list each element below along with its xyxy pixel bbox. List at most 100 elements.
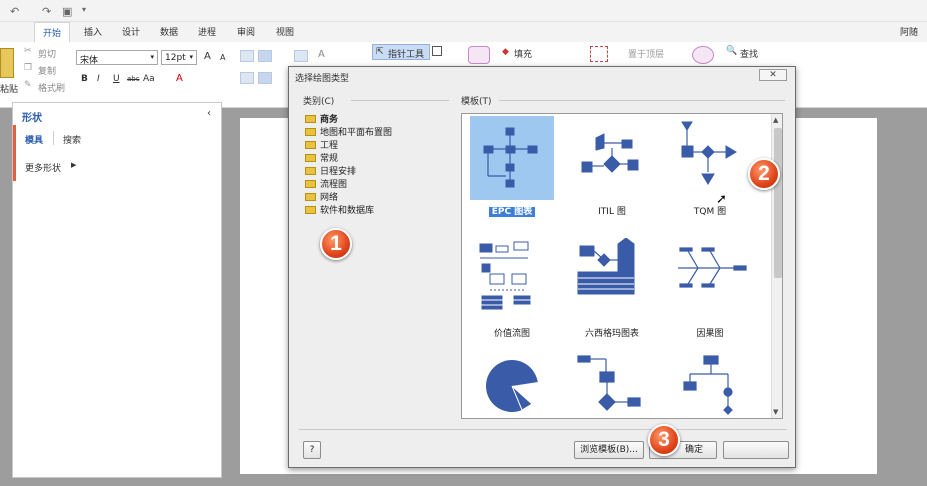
fill-icon: ◆ (502, 47, 509, 57)
fishbone-diagram-icon (678, 247, 747, 288)
cut-icon: ✂ (24, 46, 32, 56)
value-stream-diagram-icon (479, 241, 531, 310)
bold-button[interactable]: B (81, 74, 88, 84)
template-value-stream[interactable]: 价值流图 (466, 238, 562, 348)
template-flow[interactable] (566, 352, 662, 418)
undo-icon[interactable]: ↶ (10, 5, 19, 18)
quick-styles-icon[interactable] (468, 46, 490, 64)
folder-icon (305, 193, 316, 201)
italic-button[interactable]: I (97, 74, 100, 84)
category-item-general[interactable]: 常规 (305, 151, 338, 164)
scroll-up-icon[interactable]: ▲ (773, 116, 778, 124)
template-org[interactable] (664, 352, 760, 418)
collapse-pane-icon[interactable]: ‹ (207, 108, 211, 119)
callout-badge-1: 1 (320, 228, 352, 260)
dialog-title: 选择绘图类型 (295, 74, 350, 84)
callout-badge-2: 2 (748, 158, 780, 190)
footer-separator (299, 429, 787, 430)
font-name-select[interactable]: 宋体 ▾ (76, 50, 158, 66)
change-case-button[interactable]: Aa (143, 74, 155, 84)
template-six-sigma[interactable]: 六西格玛图表 (566, 238, 662, 348)
save-icon[interactable]: ▣ (62, 5, 72, 18)
folder-icon (305, 206, 316, 214)
font-shrink-button[interactable]: A (220, 53, 225, 62)
template-tqm[interactable]: TQM 图 (664, 116, 760, 226)
tab-stencils[interactable]: 模具 (25, 133, 43, 146)
copy-button[interactable]: 复制 (38, 64, 56, 77)
template-label-tqm: TQM 图 (693, 207, 727, 217)
dialog-close-button[interactable]: ✕ (759, 69, 787, 81)
font-color-button[interactable]: A (176, 73, 183, 84)
tab-search[interactable]: 搜索 (63, 133, 81, 146)
category-item-engineering[interactable]: 工程 (305, 138, 338, 151)
strikethrough-button[interactable]: abc (127, 75, 140, 83)
pointer-icon: ⇱ (376, 47, 384, 57)
ribbon-tab-bar: 开始 插入 设计 数据 进程 审阅 视图 阿随 (0, 22, 927, 42)
tab-process[interactable]: 进程 (198, 25, 216, 38)
more-shapes-button[interactable]: 更多形状 (25, 161, 61, 174)
visio-window: ↶ ↷ ▣ ▾ 开始 插入 设计 数据 进程 审阅 视图 阿随 粘贴 ✂ 剪切 … (0, 0, 927, 486)
user-name[interactable]: 阿随 (900, 25, 918, 38)
customize-toolbar-icon[interactable]: ▾ (82, 5, 86, 14)
folder-icon (305, 167, 316, 175)
cut-button[interactable]: 剪切 (38, 47, 56, 60)
align-left-icon[interactable] (240, 72, 254, 84)
bring-to-front-button[interactable]: 置于顶层 (628, 47, 664, 60)
tab-design[interactable]: 设计 (122, 25, 140, 38)
pointer-tool-label: 指针工具 (388, 50, 425, 60)
align-center-icon[interactable] (258, 72, 272, 84)
help-icon: ? (309, 445, 315, 455)
underline-button[interactable]: U (113, 74, 120, 84)
category-label-text: 日程安排 (320, 167, 357, 177)
browse-templates-button[interactable]: 浏览模板(B)... (574, 441, 644, 459)
category-item-software-database[interactable]: 软件和数据库 (305, 203, 374, 216)
find-icon: 🔍 (726, 46, 738, 56)
redo-icon[interactable]: ↷ (42, 5, 51, 18)
category-item-flowchart[interactable]: 流程图 (305, 177, 347, 190)
text-style-icon[interactable]: A (318, 49, 325, 60)
tab-insert[interactable]: 插入 (84, 25, 102, 38)
change-shape-icon[interactable] (692, 46, 714, 64)
find-button[interactable]: 查找 (740, 47, 758, 60)
tab-home[interactable]: 开始 (34, 22, 71, 42)
pointer-tool-button[interactable]: ⇱ 指针工具 (372, 44, 430, 60)
tab-data[interactable]: 数据 (160, 25, 178, 38)
cancel-button[interactable] (723, 441, 789, 459)
template-pie[interactable] (466, 352, 562, 418)
template-label-six-sigma: 六西格玛图表 (584, 329, 639, 339)
scroll-down-icon[interactable]: ▼ (773, 408, 778, 416)
tab-review[interactable]: 审阅 (237, 25, 255, 38)
shapes-pane-title: 形状 (22, 113, 42, 124)
arrange-icon[interactable] (590, 46, 608, 62)
template-epc[interactable]: EPC 图表 (466, 116, 562, 226)
category-item-maps[interactable]: 地图和平面布置图 (305, 125, 392, 138)
flow-diagram-icon (577, 355, 641, 411)
font-size-select[interactable]: 12pt ▾ (161, 50, 197, 65)
rectangle-tool-icon[interactable] (432, 46, 442, 56)
tqm-diagram-icon (681, 121, 737, 185)
category-item-business[interactable]: 商务 (305, 112, 338, 125)
template-itil[interactable]: ITIL 图 (566, 116, 662, 226)
epc-diagram-icon (470, 116, 554, 200)
scrollbar-thumb[interactable] (774, 128, 782, 278)
itil-diagram-icon (581, 133, 639, 173)
tab-view[interactable]: 视图 (276, 25, 294, 38)
template-gallery: EPC 图表 ITIL 图 TQM 图 价值流图 六西格玛图表 因果图 ▲ ▼ (461, 113, 783, 419)
fill-button[interactable]: 填充 (514, 47, 532, 60)
paste-button[interactable]: 粘贴 (0, 82, 18, 95)
font-grow-button[interactable]: A (204, 51, 211, 62)
align-middle-icon[interactable] (258, 50, 272, 62)
category-label-text: 常规 (320, 154, 339, 164)
align-top-icon[interactable] (240, 50, 254, 62)
paste-icon[interactable] (0, 48, 14, 78)
category-label-text: 商务 (320, 115, 339, 125)
six-sigma-diagram-icon (577, 238, 635, 295)
category-label-text: 地图和平面布置图 (320, 128, 393, 138)
help-button[interactable]: ? (303, 441, 321, 459)
category-item-network[interactable]: 网络 (305, 190, 338, 203)
template-label-itil: ITIL 图 (598, 207, 626, 217)
template-cause-effect[interactable]: 因果图 (664, 238, 760, 348)
category-item-schedule[interactable]: 日程安排 (305, 164, 356, 177)
bullets-icon[interactable] (294, 50, 308, 62)
format-painter-button[interactable]: 格式刷 (38, 81, 65, 94)
